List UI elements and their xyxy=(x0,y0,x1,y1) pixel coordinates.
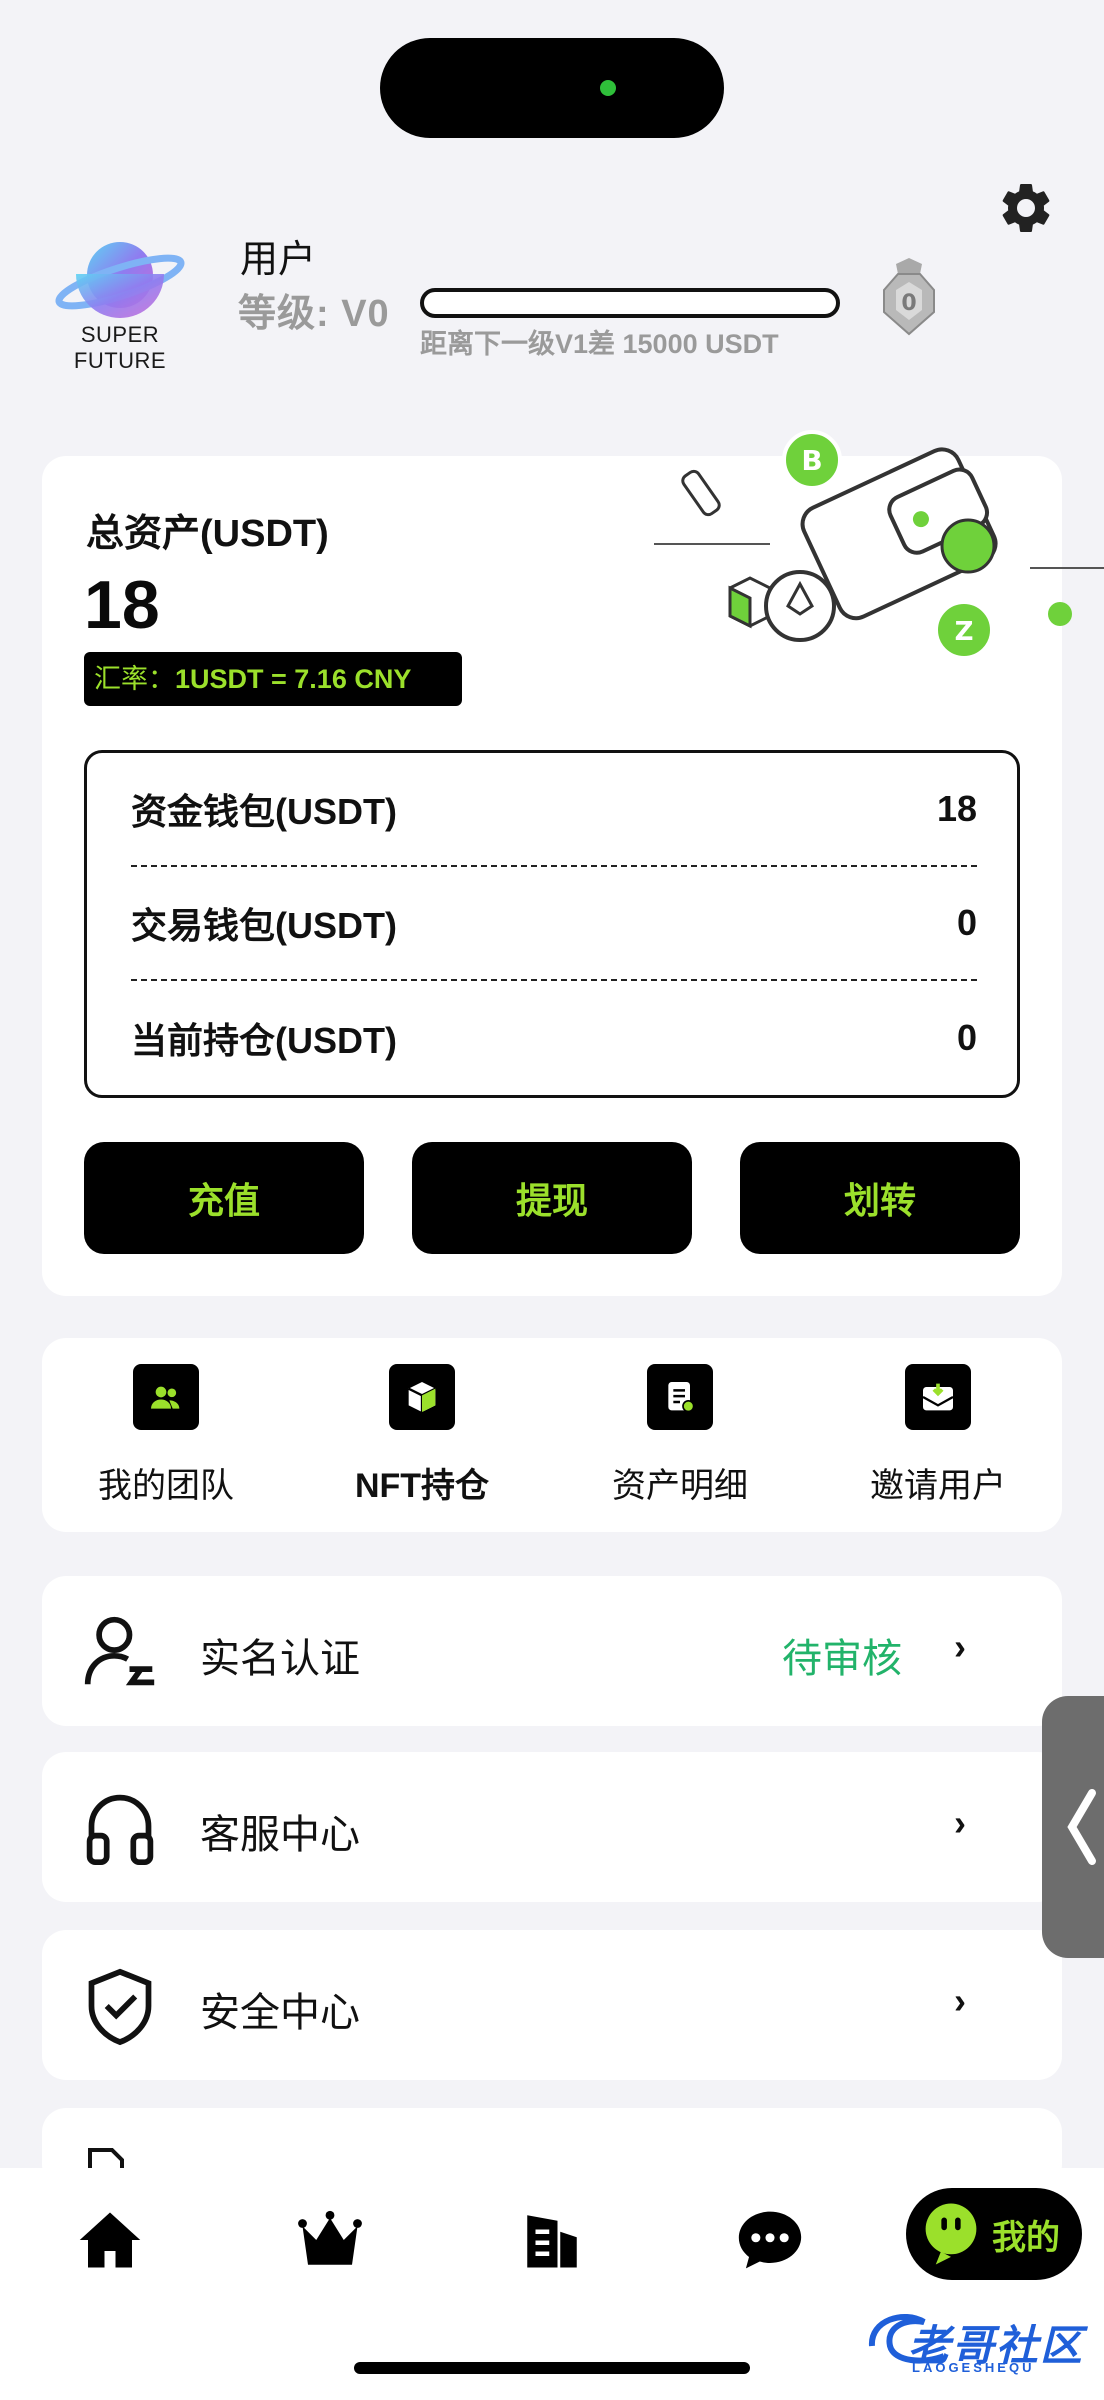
total-assets-label: 总资产(USDT) xyxy=(86,513,329,555)
wallet-value: 0 xyxy=(956,902,977,943)
watermark-subtext: LAOGESHEQU xyxy=(912,2360,1035,2375)
wallet-value: 18 xyxy=(936,788,977,829)
home-icon xyxy=(79,2212,141,2268)
menu-row-identity-verification[interactable]: 实名认证 待审核 › xyxy=(42,1576,1062,1726)
chevron-right-icon: › xyxy=(954,1980,966,2021)
logo-text: SUPER FUTURE xyxy=(73,322,167,373)
cube-icon xyxy=(389,1364,455,1430)
level-progress-bar xyxy=(420,288,840,318)
exchange-rate-value: 1USDT = 7.16 CNY xyxy=(175,664,412,694)
home-indicator xyxy=(354,2362,750,2374)
shield-check-icon xyxy=(88,1968,152,2046)
svg-text:Z: Z xyxy=(955,617,974,647)
side-drawer-handle[interactable] xyxy=(1042,1696,1104,1958)
invite-envelope-icon xyxy=(905,1364,971,1430)
verification-status: 待审核 xyxy=(782,1637,902,1681)
menu-row-label: 安全中心 xyxy=(200,1991,360,2035)
quick-action-my-team[interactable]: 我的团队 xyxy=(46,1364,286,1514)
withdraw-button[interactable]: 提现 xyxy=(412,1142,692,1254)
nav-active-label: 我的 xyxy=(992,2218,1060,2257)
building-icon xyxy=(527,2215,577,2268)
wallet-summary-box: 资金钱包(USDT) 18 交易钱包(USDT) 0 当前持仓(USDT) 0 xyxy=(84,750,1020,1098)
camera-indicator-dot xyxy=(600,80,616,96)
chat-icon xyxy=(738,2211,802,2269)
nav-home[interactable] xyxy=(70,2200,150,2280)
exchange-rate-badge: 汇率：1USDT = 7.16 CNY xyxy=(84,652,462,706)
wallet-label: 资金钱包(USDT) xyxy=(131,791,397,832)
exchange-rate-label: 汇率： xyxy=(94,664,175,694)
nav-crown[interactable] xyxy=(290,2200,370,2280)
deposit-button[interactable]: 充值 xyxy=(84,1142,364,1254)
menu-row-label: 实名认证 xyxy=(200,1637,360,1681)
menu-row-label: 客服中心 xyxy=(200,1813,360,1857)
quick-action-asset-details[interactable]: 资产明细 xyxy=(560,1364,800,1514)
next-level-text: 距离下一级V1差 15000 USDT xyxy=(420,329,779,359)
total-assets-value: 18 xyxy=(84,567,160,643)
quick-action-label: 邀请用户 xyxy=(870,1467,1006,1505)
wallet-value: 0 xyxy=(956,1017,977,1058)
headphones-icon xyxy=(86,1794,154,1866)
wallet-row-trading: 交易钱包(USDT) 0 xyxy=(131,867,977,981)
wallet-row-positions: 当前持仓(USDT) 0 xyxy=(131,981,977,1095)
menu-row-customer-service[interactable]: 客服中心 › xyxy=(42,1752,1062,1902)
chevron-right-icon: › xyxy=(954,1626,966,1667)
svg-text:B: B xyxy=(801,444,822,477)
nav-chat[interactable] xyxy=(730,2200,810,2280)
wallet-label: 当前持仓(USDT) xyxy=(131,1020,397,1061)
quick-action-label: 我的团队 xyxy=(98,1467,234,1505)
nav-profile-active[interactable]: 我的 xyxy=(906,2188,1082,2280)
chevron-right-icon: › xyxy=(954,1802,966,1843)
wallet-row-funding: 资金钱包(USDT) 18 xyxy=(131,753,977,867)
level-label: 等级: V0 xyxy=(238,293,390,335)
dynamic-island xyxy=(380,38,724,138)
nav-building[interactable] xyxy=(512,2200,592,2280)
user-verify-icon xyxy=(84,1616,155,1686)
chevron-left-icon xyxy=(1067,1789,1096,1865)
transfer-button[interactable]: 划转 xyxy=(740,1142,1020,1254)
document-list-icon xyxy=(647,1364,713,1430)
wallet-label: 交易钱包(USDT) xyxy=(131,905,397,946)
team-icon xyxy=(133,1364,199,1430)
username: 用户 xyxy=(240,239,317,281)
gear-icon[interactable] xyxy=(996,178,1056,238)
quick-action-nft-holdings[interactable]: NFT持仓 xyxy=(302,1364,542,1514)
quick-action-invite-users[interactable]: 邀请用户 xyxy=(818,1364,1058,1514)
menu-row-security-center[interactable]: 安全中心 › xyxy=(42,1930,1062,2080)
wallet-illustration: B Z xyxy=(654,430,1104,660)
level-badge-icon: 0 xyxy=(883,258,935,336)
crown-icon xyxy=(298,2210,362,2265)
level-badge-value: 0 xyxy=(901,291,916,316)
profile-chat-icon xyxy=(925,2203,977,2265)
quick-action-label: NFT持仓 xyxy=(354,1467,490,1505)
quick-action-label: 资产明细 xyxy=(612,1467,748,1505)
